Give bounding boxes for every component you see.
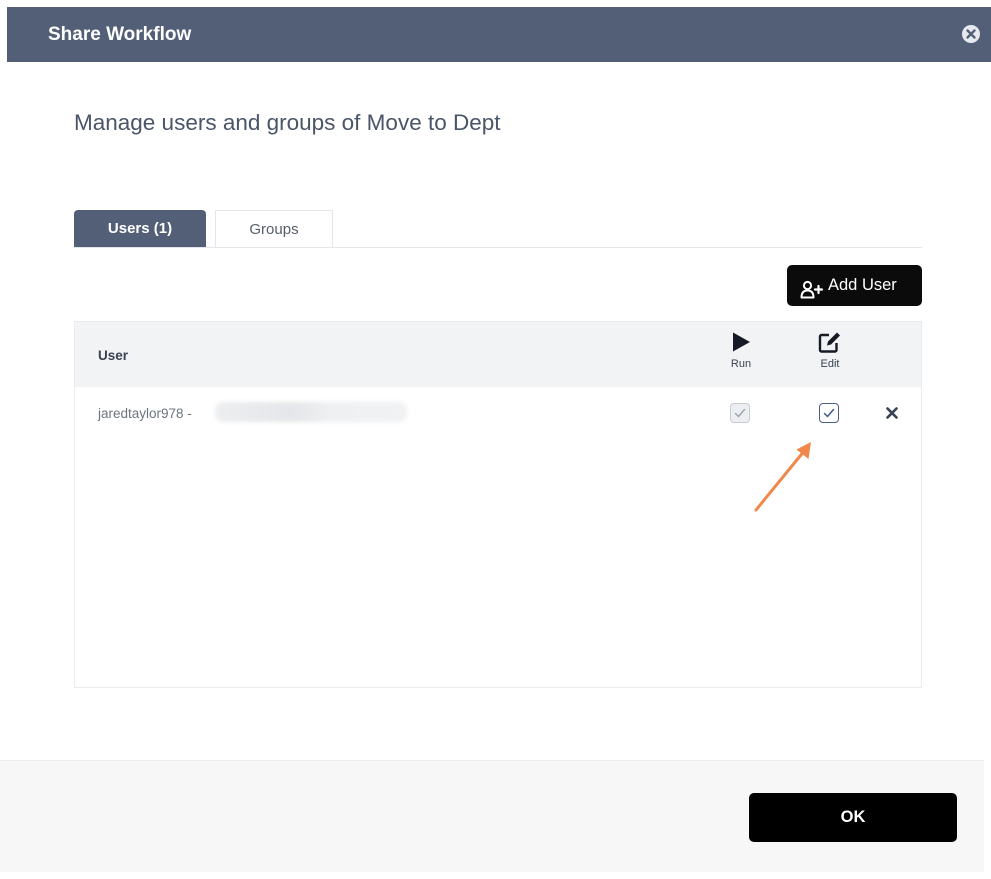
edit-icon — [818, 332, 840, 353]
close-icon[interactable] — [962, 25, 980, 43]
dialog-titlebar: Share Workflow — [7, 7, 991, 62]
table-header: User Run Edit — [75, 322, 921, 387]
tab-users[interactable]: Users (1) — [74, 210, 206, 247]
column-label-edit: Edit — [820, 358, 840, 370]
arrow-icon — [754, 442, 811, 512]
tabs-divider — [74, 247, 922, 248]
dialog-title: Share Workflow — [48, 24, 192, 45]
page-heading: Manage users and groups of Move to Dept — [74, 110, 501, 135]
column-header-user: User — [98, 348, 129, 363]
check-icon — [823, 408, 835, 418]
column-header-run: Run — [721, 331, 761, 381]
user-plus-icon — [800, 275, 824, 299]
row-username: jaredtaylor978 - — [98, 406, 192, 421]
check-icon — [734, 408, 746, 418]
remove-user-close-icon[interactable] — [885, 406, 899, 420]
add-user-label: Add User — [828, 276, 897, 294]
run-permission-checkbox[interactable] — [730, 403, 750, 423]
column-header-edit: Edit — [810, 331, 850, 381]
tab-groups[interactable]: Groups — [215, 210, 333, 247]
play-icon — [733, 332, 750, 352]
table-row: jaredtaylor978 - — [75, 387, 921, 437]
add-user-button[interactable]: Add User — [787, 265, 922, 306]
edit-permission-checkbox[interactable] — [819, 403, 839, 423]
redacted-email — [215, 402, 407, 422]
column-label-run: Run — [730, 358, 752, 370]
ok-button[interactable]: OK — [749, 793, 957, 842]
